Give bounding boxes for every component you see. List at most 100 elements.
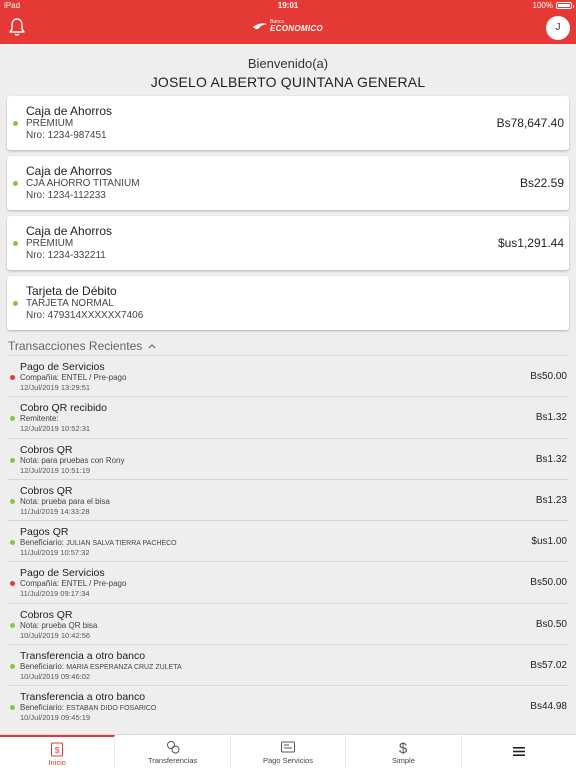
debit-card[interactable]: Tarjeta de Débito TARJETA NORMAL Nro: 47… — [7, 276, 569, 330]
transaction-row[interactable]: Transferencia a otro banco Beneficiario:… — [7, 685, 569, 726]
transaction-amount: Bs1.32 — [535, 453, 567, 465]
tab-label: Simple — [391, 756, 415, 765]
status-bar: iPad 19:01 100% — [0, 0, 576, 12]
transaction-row[interactable]: Transferencia a otro banco Beneficiario:… — [7, 644, 569, 685]
transaction-detail: Compañía: ENTEL / Pre-pago — [20, 373, 127, 382]
transaction-date: 12/Jul/2019 10:52:31 — [20, 424, 91, 434]
beneficiary-name: ESTABAN DIDO FOSARICO — [66, 705, 157, 713]
transaction-row[interactable]: Cobros QR Nota: prueba QR bisa 10/Jul/20… — [7, 602, 569, 644]
transaction-amount: Bs1.32 — [535, 412, 567, 424]
transaction-amount: Bs1.23 — [535, 494, 567, 506]
welcome-block: Bienvenido(a) JOSELO ALBERTO QUINTANA GE… — [0, 56, 576, 90]
transaction-date: 10/Jul/2019 09:46:02 — [20, 672, 91, 682]
transaction-amount: Bs44.98 — [530, 701, 567, 713]
account-type: TARJETA NORMAL — [26, 298, 114, 309]
status-dot — [13, 301, 18, 306]
battery-percent: 100% — [532, 1, 553, 10]
transaction-amount: Bs50.00 — [530, 371, 567, 382]
welcome-greeting: Bienvenido(a) — [247, 56, 329, 71]
status-dot — [10, 581, 15, 587]
top-navbar: Banco ECONOMICO J — [0, 12, 576, 44]
status-dot — [13, 181, 18, 186]
transaction-detail: Nota: prueba para el bisa — [20, 496, 110, 506]
transaction-title: Cobros QR — [20, 443, 73, 456]
account-type: CJA AHORRO TITANIUM — [26, 178, 140, 189]
transaction-date: 11/Jul/2019 10:57:32 — [20, 548, 90, 558]
transaction-row[interactable]: Cobros QR Nota: para pruebas con Rony 12… — [7, 437, 569, 479]
transaction-detail: Beneficiario: JULIAN SALVA TIERRA PACHEC… — [20, 538, 177, 548]
transaction-date: 12/Jul/2019 13:29:51 — [20, 383, 91, 392]
battery-icon — [556, 2, 574, 9]
transaction-title: Cobros QR — [20, 608, 73, 621]
status-dot — [10, 416, 15, 422]
avatar[interactable]: J — [546, 16, 570, 40]
tab-label: Pago Servicios — [263, 756, 314, 765]
transaction-detail: Compañía: ENTEL / Pre-pago — [20, 579, 127, 589]
account-balance: Bs78,647.40 — [496, 116, 564, 130]
account-balance: $us1,291.44 — [497, 236, 564, 250]
transaction-detail: Nota: prueba QR bisa — [20, 620, 98, 630]
transaction-date: 12/Jul/2019 10:51:19 — [20, 465, 91, 475]
tab-pago-servicios[interactable]: Pago Servicios — [231, 735, 347, 768]
chevron-up-icon — [148, 343, 156, 348]
account-number: Nro: 1234-987451 — [26, 130, 107, 141]
account-card[interactable]: Caja de Ahorros PREMIUM Nro: 1234-332211… — [7, 216, 569, 270]
account-title: Caja de Ahorros — [26, 224, 113, 238]
transaction-title: Cobros QR — [20, 484, 73, 497]
beneficiary-name: MARIA ESPERANZA CRUZ ZULETA — [66, 664, 182, 672]
transaction-detail: Beneficiario: ESTABAN DIDO FOSARICO — [20, 703, 157, 713]
tab-inicio[interactable]: $ Inicio — [0, 735, 116, 768]
account-card[interactable]: Caja de Ahorros CJA AHORRO TITANIUM Nro:… — [7, 156, 569, 210]
menu-icon — [512, 747, 525, 756]
status-dot — [10, 498, 15, 504]
transaction-row[interactable]: Pago de Servicios Compañía: ENTEL / Pre-… — [7, 561, 569, 602]
tab-simple[interactable]: $ Simple — [346, 735, 462, 768]
transaction-row[interactable]: Pagos QR Beneficiario: JULIAN SALVA TIER… — [7, 520, 569, 561]
transaction-detail: Beneficiario: MARIA ESPERANZA CRUZ ZULET… — [20, 662, 182, 672]
account-card[interactable]: Caja de Ahorros PREMIUM Nro: 1234-987451… — [7, 96, 569, 150]
user-name: JOSELO ALBERTO QUINTANA GENERAL — [150, 74, 426, 90]
clock: 19:01 — [277, 1, 299, 10]
transaction-amount: $us1.00 — [531, 536, 567, 548]
tab-label: Transferencias — [147, 756, 198, 765]
transaction-amount: Bs0.50 — [535, 618, 567, 630]
tab-menu[interactable] — [462, 735, 576, 768]
battery-indicator: 100% — [532, 1, 574, 10]
transaction-detail: Nota: para pruebas con Rony — [20, 455, 125, 465]
transaction-date: 11/Jul/2019 14:33:28 — [20, 506, 90, 516]
status-dot — [13, 121, 18, 126]
transactions-toggle[interactable]: Transacciones Recientes — [8, 339, 156, 353]
bottom-tabbar: $ Inicio Transferencias Pago Servicios $… — [0, 734, 576, 768]
beneficiary-name: JULIAN SALVA TIERRA PACHECO — [66, 540, 177, 548]
svg-text:$: $ — [399, 740, 408, 755]
transaction-row[interactable]: Cobros QR Nota: prueba para el bisa 11/J… — [7, 478, 569, 520]
status-dot — [10, 457, 15, 463]
dollar-icon: $ — [399, 740, 408, 755]
transaction-title: Pago de Servicios — [20, 361, 105, 373]
svg-text:$: $ — [55, 746, 60, 755]
tab-transferencias[interactable]: Transferencias — [115, 735, 231, 768]
account-title: Tarjeta de Débito — [26, 284, 117, 298]
transactions-list: Pago de Servicios Compañía: ENTEL / Pre-… — [7, 355, 569, 727]
logo-mark-icon — [253, 22, 268, 29]
bill-icon — [281, 741, 296, 753]
transaction-title: Pagos QR — [20, 526, 69, 539]
transaction-row[interactable]: Pago de Servicios Compañía: ENTEL / Pre-… — [7, 355, 569, 396]
status-dot — [10, 540, 15, 546]
transaction-date: 10/Jul/2019 10:42:56 — [20, 630, 91, 640]
transaction-title: Transferencia a otro banco — [20, 650, 146, 663]
logo-big-text: ECONOMICO — [270, 24, 323, 33]
account-balance: Bs22.59 — [519, 176, 564, 190]
status-dot — [10, 705, 15, 711]
bank-logo: Banco ECONOMICO — [0, 20, 576, 33]
transactions-title: Transacciones Recientes — [8, 339, 143, 353]
status-dot — [10, 622, 15, 628]
account-number: Nro: 1234-332211 — [26, 250, 106, 261]
transaction-amount: Bs50.00 — [530, 577, 567, 589]
transaction-date: 11/Jul/2019 09:17:34 — [20, 589, 90, 599]
account-number: Nro: 1234-112233 — [26, 190, 106, 201]
transaction-date: 10/Jul/2019 09:45:19 — [20, 713, 91, 723]
transaction-title: Transferencia a otro banco — [20, 691, 146, 704]
transaction-row[interactable]: Cobro QR recibido Remitente: 12/Jul/2019… — [7, 396, 569, 437]
status-dot — [10, 375, 15, 380]
